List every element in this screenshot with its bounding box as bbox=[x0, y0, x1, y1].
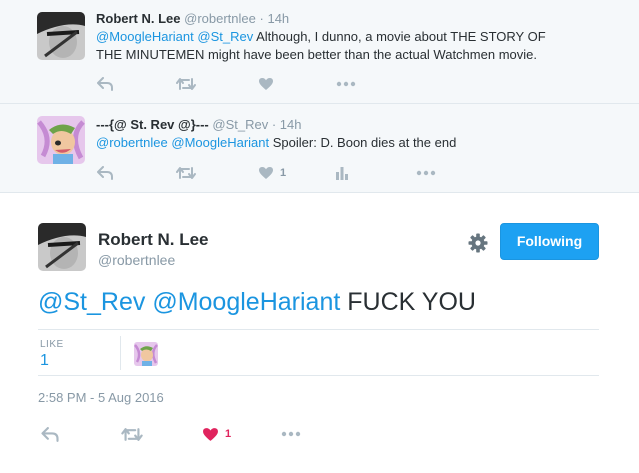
tweet-header: ---{@ St. Rev @}--- @St_Rev · 14h bbox=[96, 117, 302, 132]
avatar[interactable] bbox=[37, 116, 85, 164]
reply-button[interactable] bbox=[97, 163, 113, 183]
likes-label: LIKE bbox=[40, 339, 64, 350]
retweet-button[interactable] bbox=[176, 74, 196, 94]
mention-link[interactable]: @MoogleHariant bbox=[171, 135, 269, 150]
main-tweet: Robert N. Lee @robertnlee Following @St_… bbox=[0, 193, 639, 473]
heart-icon bbox=[259, 78, 273, 90]
analytics-button[interactable] bbox=[335, 163, 349, 183]
retweet-button[interactable] bbox=[121, 424, 143, 444]
heart-icon bbox=[203, 427, 218, 441]
tweet-timestamp[interactable]: 2:58 PM - 5 Aug 2016 bbox=[38, 390, 164, 405]
more-dots-icon bbox=[416, 170, 436, 176]
reply-tweet[interactable]: ---{@ St. Rev @}--- @St_Rev · 14h @rober… bbox=[0, 104, 639, 193]
like-button[interactable] bbox=[258, 74, 274, 94]
reply-button[interactable] bbox=[41, 424, 59, 444]
author-handle[interactable]: @St_Rev bbox=[212, 117, 268, 132]
stats-divider bbox=[120, 336, 121, 370]
tweet-text: @St_Rev @MoogleHariant FUCK YOU bbox=[38, 288, 476, 316]
author-handle[interactable]: @robertnlee bbox=[98, 252, 175, 268]
author-name[interactable]: Robert N. Lee bbox=[96, 11, 181, 26]
mention-link[interactable]: @St_Rev bbox=[197, 29, 253, 44]
like-button[interactable]: 1 bbox=[258, 163, 286, 183]
more-button[interactable] bbox=[281, 424, 301, 444]
tweet-text: @MoogleHariant @St_Rev Although, I dunno… bbox=[96, 29, 546, 62]
retweet-icon bbox=[176, 78, 196, 90]
mention-link[interactable]: @MoogleHariant bbox=[152, 288, 340, 316]
more-dots-icon bbox=[281, 431, 301, 437]
tweet-time[interactable]: 14h bbox=[267, 11, 289, 26]
tweet-time[interactable]: 14h bbox=[280, 117, 302, 132]
reply-icon bbox=[97, 166, 113, 180]
retweet-icon bbox=[176, 167, 196, 179]
tweet-text: @robertnlee @MoogleHariant Spoiler: D. B… bbox=[96, 135, 457, 150]
mention-link[interactable]: @robertnlee bbox=[96, 135, 168, 150]
analytics-icon bbox=[336, 167, 348, 180]
heart-icon bbox=[259, 167, 273, 179]
more-button[interactable] bbox=[416, 163, 436, 183]
like-count: 1 bbox=[280, 167, 287, 179]
retweet-button[interactable] bbox=[176, 163, 196, 183]
retweet-icon bbox=[121, 427, 143, 441]
more-button[interactable] bbox=[336, 74, 356, 94]
like-button[interactable]: 1 bbox=[202, 424, 231, 444]
avatar[interactable] bbox=[38, 223, 86, 271]
author-name[interactable]: Robert N. Lee bbox=[98, 230, 209, 250]
following-button[interactable]: Following bbox=[500, 223, 599, 260]
gear-icon[interactable] bbox=[468, 233, 488, 253]
liker-avatar[interactable] bbox=[134, 342, 158, 366]
mention-link[interactable]: @MoogleHariant bbox=[96, 29, 194, 44]
tweet-header: Robert N. Lee @robertnlee · 14h bbox=[96, 11, 290, 26]
likes-count[interactable]: 1 bbox=[40, 352, 49, 370]
tweet-stats: LIKE 1 bbox=[38, 329, 599, 376]
reply-icon bbox=[41, 426, 59, 442]
avatar[interactable] bbox=[37, 12, 85, 60]
more-dots-icon bbox=[336, 81, 356, 87]
reply-button[interactable] bbox=[97, 74, 113, 94]
author-handle[interactable]: @robertnlee bbox=[184, 11, 256, 26]
reply-tweet[interactable]: Robert N. Lee @robertnlee · 14h @MoogleH… bbox=[0, 0, 639, 104]
like-count: 1 bbox=[225, 428, 232, 440]
mention-link[interactable]: @St_Rev bbox=[38, 288, 145, 316]
author-name[interactable]: ---{@ St. Rev @}--- bbox=[96, 117, 209, 132]
reply-icon bbox=[97, 77, 113, 91]
